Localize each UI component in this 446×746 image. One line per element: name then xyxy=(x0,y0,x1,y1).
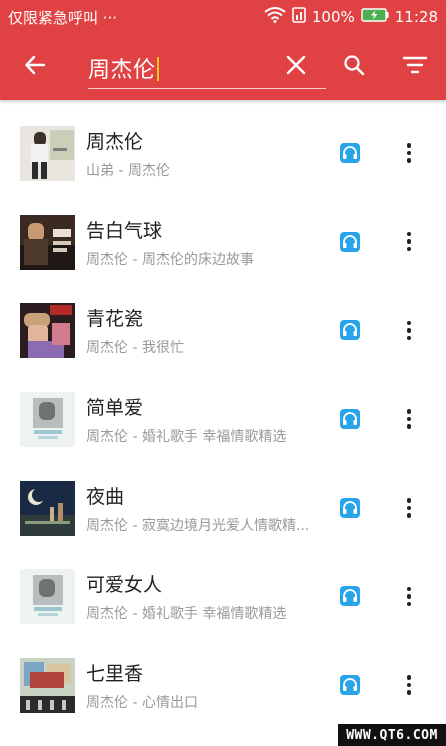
close-icon xyxy=(286,55,306,79)
back-button[interactable] xyxy=(16,34,54,100)
album-cover xyxy=(20,126,75,181)
song-row[interactable]: 夜曲 周杰伦 - 寂寞边境月光爱人情歌精... xyxy=(0,463,446,552)
filter-icon xyxy=(402,56,428,78)
song-subtitle: 周杰伦 - 心情出口 xyxy=(86,695,198,712)
song-subtitle: 周杰伦 - 婚礼歌手 幸福情歌精选 xyxy=(86,429,287,446)
song-row[interactable]: 可爱女人 周杰伦 - 婚礼歌手 幸福情歌精选 xyxy=(0,551,446,640)
text-caret xyxy=(156,57,159,81)
more-options-icon[interactable] xyxy=(397,670,421,700)
song-title: 简单爱 xyxy=(86,397,144,420)
song-row[interactable]: 七里香 周杰伦 - 心情出口 xyxy=(0,640,446,729)
more-options-icon[interactable] xyxy=(397,581,421,611)
album-cover xyxy=(20,569,75,625)
hq-music-icon[interactable] xyxy=(340,586,360,607)
clear-button[interactable] xyxy=(278,34,314,100)
song-row[interactable]: 青花瓷 周杰伦 - 我很忙 xyxy=(0,285,446,374)
search-icon xyxy=(343,54,365,80)
more-options-icon[interactable] xyxy=(397,227,421,257)
status-icons: 100% 11:28 xyxy=(264,7,438,27)
more-options-icon[interactable] xyxy=(397,404,421,434)
carrier-text: 仅限紧急呼叫 ··· xyxy=(8,9,118,27)
hq-music-icon[interactable] xyxy=(340,320,360,341)
album-cover xyxy=(20,214,75,270)
song-title: 青花瓷 xyxy=(86,308,144,331)
battery-charging-icon xyxy=(361,8,389,26)
hq-music-icon[interactable] xyxy=(340,143,360,163)
song-subtitle: 山弟 - 周杰伦 xyxy=(86,163,170,179)
hq-music-icon[interactable] xyxy=(340,497,360,518)
song-subtitle: 周杰伦 - 周杰伦的床边故事 xyxy=(86,251,254,268)
song-title: 可爱女人 xyxy=(86,574,163,597)
song-row[interactable]: 周杰伦 山弟 - 周杰伦 xyxy=(0,108,446,197)
song-subtitle: 周杰伦 - 寂寞边境月光爱人情歌精... xyxy=(86,517,310,534)
more-options-icon[interactable] xyxy=(397,138,421,168)
filter-button[interactable] xyxy=(396,34,434,100)
song-title: 告白气球 xyxy=(86,219,163,242)
site-watermark: WWW.QT6.COM xyxy=(338,724,446,746)
song-title: 夜曲 xyxy=(86,485,125,508)
search-button[interactable] xyxy=(336,34,372,100)
search-query-text: 周杰伦 xyxy=(88,52,159,84)
hq-music-icon[interactable] xyxy=(340,409,360,430)
song-row[interactable]: 简单爱 周杰伦 - 婚礼歌手 幸福情歌精选 xyxy=(0,374,446,463)
battery-percent: 100% xyxy=(311,8,355,26)
song-title: 周杰伦 xyxy=(86,131,144,153)
more-options-icon[interactable] xyxy=(397,315,421,345)
song-row[interactable]: 告白气球 周杰伦 - 周杰伦的床边故事 xyxy=(0,197,446,286)
album-cover xyxy=(20,303,75,359)
song-list: 周杰伦 山弟 - 周杰伦 告白气球 周杰伦 - 周杰伦的床边故事 青花瓷 周杰伦… xyxy=(0,108,446,729)
more-options-icon[interactable] xyxy=(397,493,421,523)
album-cover xyxy=(20,658,75,714)
hq-music-icon[interactable] xyxy=(340,675,360,696)
hq-music-icon[interactable] xyxy=(340,231,360,252)
song-title: 七里香 xyxy=(86,663,144,686)
back-arrow-icon xyxy=(24,54,46,80)
song-subtitle: 周杰伦 - 我很忙 xyxy=(86,340,184,357)
album-cover xyxy=(20,392,75,448)
clock: 11:28 xyxy=(394,8,438,26)
search-toolbar: 周杰伦 xyxy=(0,34,446,100)
song-subtitle: 周杰伦 - 婚礼歌手 幸福情歌精选 xyxy=(86,606,287,623)
album-cover xyxy=(20,480,75,536)
sim-signal-icon xyxy=(292,7,306,27)
status-bar: 仅限紧急呼叫 ··· 100% 11:28 xyxy=(0,0,446,34)
wifi-icon xyxy=(264,7,286,27)
